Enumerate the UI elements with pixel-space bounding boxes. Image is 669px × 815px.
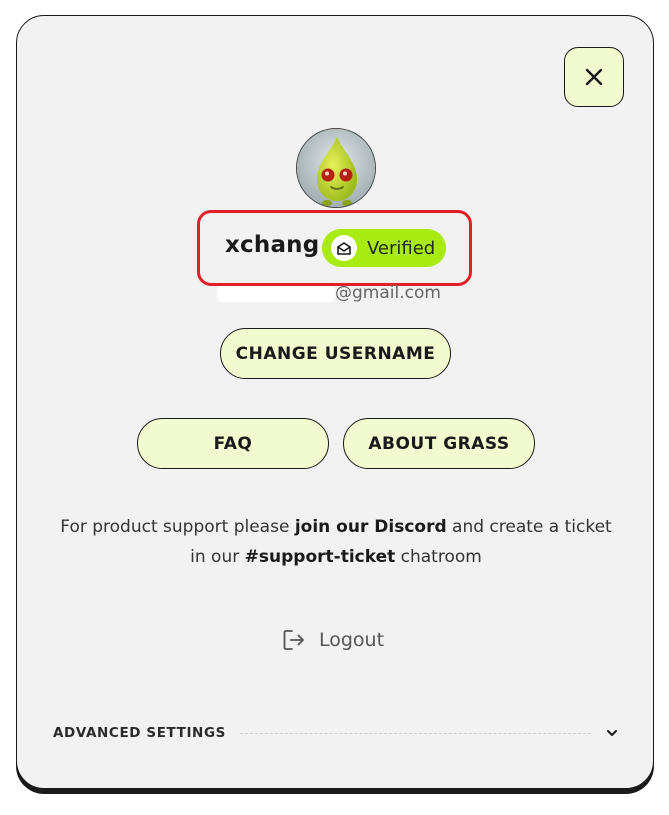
logout-icon <box>283 630 304 650</box>
logout-button[interactable]: Logout <box>281 627 384 653</box>
envelope-icon <box>331 235 357 261</box>
support-channel: #support-ticket <box>244 547 396 567</box>
chevron-down-icon <box>607 730 617 736</box>
verified-label: Verified <box>367 237 436 259</box>
support-text-part3: chatroom <box>395 547 482 567</box>
logout-label: Logout <box>319 629 385 651</box>
email-redaction <box>217 286 335 302</box>
divider <box>239 732 591 734</box>
profile-modal: xchang Verified @gmail.com CHANGE USERNA… <box>16 15 654 789</box>
about-grass-button[interactable]: ABOUT GRASS <box>343 418 535 469</box>
faq-button[interactable]: FAQ <box>137 418 329 469</box>
avatar <box>296 128 376 208</box>
email-address: @gmail.com <box>335 283 441 303</box>
advanced-settings-toggle[interactable]: ADVANCED SETTINGS <box>53 720 619 746</box>
verified-badge: Verified <box>322 229 446 267</box>
support-text: For product support please join our Disc… <box>57 512 615 572</box>
discord-link[interactable]: join our Discord <box>295 517 447 537</box>
close-icon <box>585 68 603 86</box>
username: xchang <box>225 232 320 258</box>
avatar-mascot-image <box>297 129 375 207</box>
support-text-part1: For product support please <box>60 517 295 537</box>
advanced-settings-label: ADVANCED SETTINGS <box>53 725 226 741</box>
change-username-button[interactable]: CHANGE USERNAME <box>220 328 451 379</box>
close-button[interactable] <box>564 47 624 107</box>
